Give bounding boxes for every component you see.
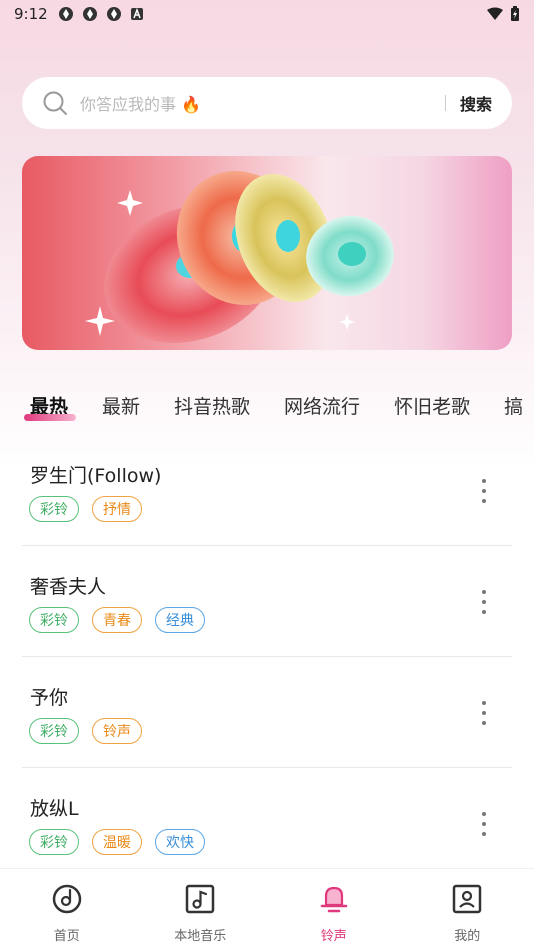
search-bar[interactable]: 你答应我的事 🔥 搜索 (22, 77, 512, 129)
music-note-icon (186, 884, 215, 914)
vinyl-records-illustration (85, 171, 394, 343)
tag: 彩铃 (29, 829, 79, 855)
more-options-icon[interactable] (480, 590, 488, 614)
song-tags: 彩铃 青春 经典 (29, 607, 205, 633)
wifi-icon (487, 7, 503, 20)
song-tags: 彩铃 铃声 (29, 718, 142, 744)
tab-nostalgic[interactable]: 怀旧老歌 (394, 392, 470, 419)
search-button[interactable]: 搜索 (460, 91, 492, 115)
tag: 彩铃 (29, 496, 79, 522)
bottom-navigation: 首页 本地音乐 铃声 我的 (0, 868, 534, 950)
search-icon (43, 91, 67, 115)
tag: 温暖 (92, 829, 142, 855)
tag: 彩铃 (29, 718, 79, 744)
nav-home[interactable]: 首页 (0, 869, 134, 950)
search-input[interactable]: 你答应我的事 🔥 (80, 91, 445, 115)
promo-banner[interactable] (22, 156, 512, 350)
song-title: 罗生门(Follow) (30, 465, 162, 487)
tag: 彩铃 (29, 607, 79, 633)
home-disc-icon (52, 884, 81, 914)
battery-icon (511, 6, 519, 21)
nav-label: 我的 (454, 929, 481, 944)
nav-profile[interactable]: 我的 (401, 869, 534, 950)
tag: 铃声 (92, 718, 142, 744)
tag: 经典 (155, 607, 205, 633)
tag: 抒情 (92, 496, 142, 522)
song-list: 罗生门(Follow) 彩铃 抒情 奢香夫人 彩铃 青春 经典 予你 彩铃 铃声… (22, 435, 512, 879)
app-notification-icon (58, 7, 73, 21)
list-item[interactable]: 予你 彩铃 铃声 (22, 657, 512, 768)
nav-local-music[interactable]: 本地音乐 (134, 869, 268, 950)
more-options-icon[interactable] (480, 479, 488, 503)
tab-douyin-hits[interactable]: 抖音热歌 (174, 392, 250, 419)
app-notification-icon (106, 7, 121, 21)
bell-icon (320, 886, 347, 913)
app-notification-icon (82, 7, 97, 21)
more-options-icon[interactable] (480, 701, 488, 725)
nav-ringtone[interactable]: 铃声 (267, 869, 401, 950)
a-notification-icon (130, 7, 143, 20)
nav-label: 本地音乐 (174, 929, 227, 944)
tag: 青春 (92, 607, 142, 633)
tab-newest[interactable]: 最新 (102, 392, 140, 419)
status-bar: 9:12 (0, 0, 534, 28)
active-tab-indicator (24, 414, 76, 421)
tag: 欢快 (155, 829, 205, 855)
list-item[interactable]: 奢香夫人 彩铃 青春 经典 (22, 546, 512, 657)
notification-icons (58, 6, 144, 22)
more-options-icon[interactable] (480, 812, 488, 836)
song-tags: 彩铃 抒情 (29, 496, 142, 522)
nav-label: 铃声 (320, 929, 347, 944)
song-title: 奢香夫人 (30, 576, 107, 598)
status-time: 9:12 (14, 5, 48, 23)
search-divider (444, 95, 446, 111)
tab-internet-pop[interactable]: 网络流行 (284, 392, 360, 419)
song-title: 放纵L (30, 798, 79, 820)
status-right-icons (486, 6, 520, 22)
list-item[interactable]: 罗生门(Follow) 彩铃 抒情 (22, 435, 512, 546)
list-item[interactable]: 放纵L 彩铃 温暖 欢快 (22, 768, 512, 879)
song-tags: 彩铃 温暖 欢快 (29, 829, 205, 855)
song-title: 予你 (30, 687, 69, 709)
tab-funny[interactable]: 搞 (504, 392, 523, 419)
category-tabs: 最热 最新 抖音热歌 网络流行 怀旧老歌 搞 (0, 385, 534, 425)
profile-icon (453, 884, 482, 914)
nav-label: 首页 (53, 929, 80, 944)
